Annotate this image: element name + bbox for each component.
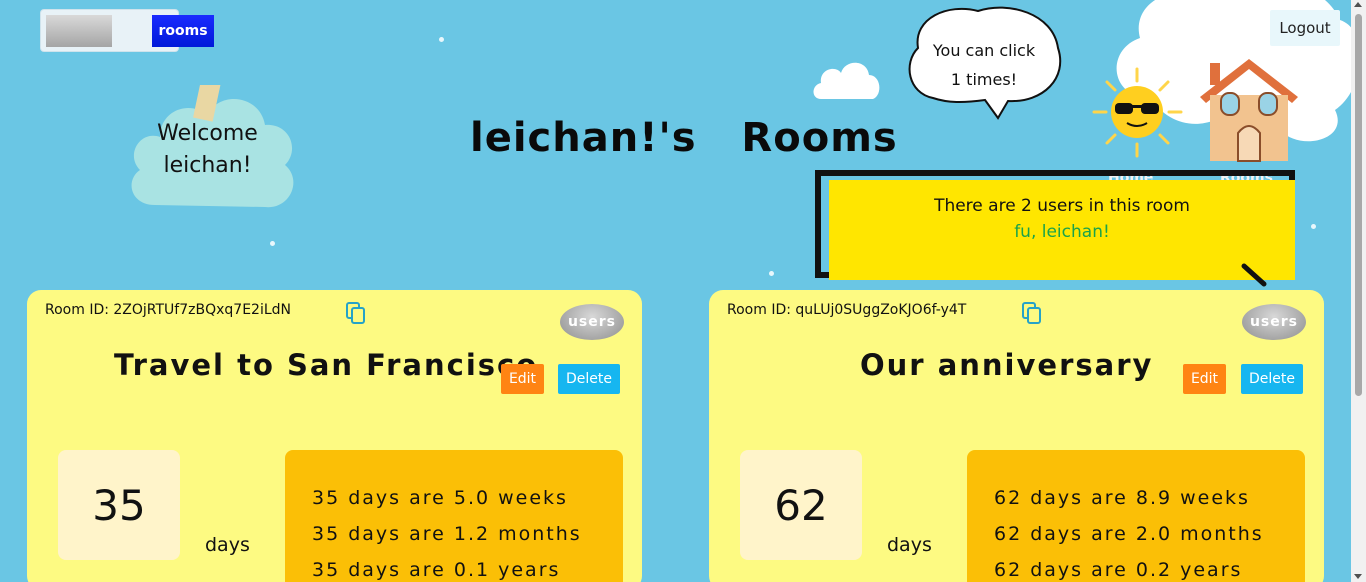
speech-line: 1 times!	[950, 70, 1018, 89]
users-popup: There are 2 users in this room fu, leich…	[829, 180, 1295, 280]
conversion-box: 62 days are 8.9 weeks 62 days are 2.0 mo…	[967, 450, 1305, 582]
decor-dot	[769, 271, 774, 276]
conversion-years: 62 days are 0.2 years	[994, 559, 1243, 581]
scroll-up-icon[interactable]	[1354, 2, 1362, 7]
decor-dot	[1311, 224, 1316, 229]
click-counter: You can click 1 times!	[915, 36, 1053, 94]
decor-dot	[439, 37, 444, 42]
copy-icon[interactable]	[346, 302, 366, 324]
rooms-toggle[interactable]: rooms	[41, 10, 214, 51]
vertical-scrollbar[interactable]	[1351, 0, 1366, 582]
users-button[interactable]: users	[560, 304, 624, 340]
cloud-icon	[813, 62, 880, 99]
conversion-months: 62 days are 2.0 months	[994, 523, 1264, 545]
copy-icon[interactable]	[1022, 302, 1042, 324]
decor-dot	[270, 241, 275, 246]
conversion-weeks: 35 days are 5.0 weeks	[312, 487, 568, 509]
house-icon	[1200, 59, 1298, 162]
users-button[interactable]: users	[1242, 304, 1306, 340]
room-title: Travel to San Francisco	[114, 348, 539, 382]
logout-button[interactable]: Logout	[1270, 10, 1340, 46]
conversion-years: 35 days are 0.1 years	[312, 559, 561, 581]
room-card: Room ID: quLUj0SUggZoKJO6f-y4T users Our…	[709, 290, 1324, 582]
scrollbar-thumb[interactable]	[1355, 14, 1362, 396]
days-label: days	[887, 534, 932, 556]
welcome-user: leichan!	[163, 153, 252, 178]
conversion-box: 35 days are 5.0 weeks 35 days are 1.2 mo…	[285, 450, 623, 582]
edit-button[interactable]: Edit	[501, 364, 544, 394]
room-id: Room ID: 2ZOjRTUf7zBQxq7E2iLdN	[45, 302, 291, 318]
days-count: 62	[740, 450, 862, 560]
delete-button[interactable]: Delete	[558, 364, 620, 394]
welcome-line: Welcome	[157, 121, 258, 146]
brush-stroke-icon	[1241, 263, 1267, 287]
conversion-weeks: 62 days are 8.9 weeks	[994, 487, 1250, 509]
delete-button[interactable]: Delete	[1241, 364, 1303, 394]
days-count: 35	[58, 450, 180, 560]
page-title: leichan!'s Rooms	[470, 115, 898, 161]
users-count-text: There are 2 users in this room	[934, 196, 1190, 216]
welcome-message: Welcome leichan!	[135, 118, 280, 182]
speech-line: You can click	[932, 41, 1036, 60]
days-label: days	[205, 534, 250, 556]
toggle-track	[46, 15, 112, 47]
scroll-down-icon[interactable]	[1354, 574, 1362, 579]
conversion-months: 35 days are 1.2 months	[312, 523, 582, 545]
room-id: Room ID: quLUj0SUggZoKJO6f-y4T	[727, 302, 967, 318]
room-title: Our anniversary	[860, 348, 1154, 382]
edit-button[interactable]: Edit	[1183, 364, 1226, 394]
room-card: Room ID: 2ZOjRTUf7zBQxq7E2iLdN users Tra…	[27, 290, 642, 582]
sun-icon	[1092, 67, 1183, 158]
toggle-knob[interactable]: rooms	[152, 15, 214, 47]
users-list-text: fu, leichan!	[1014, 222, 1110, 242]
